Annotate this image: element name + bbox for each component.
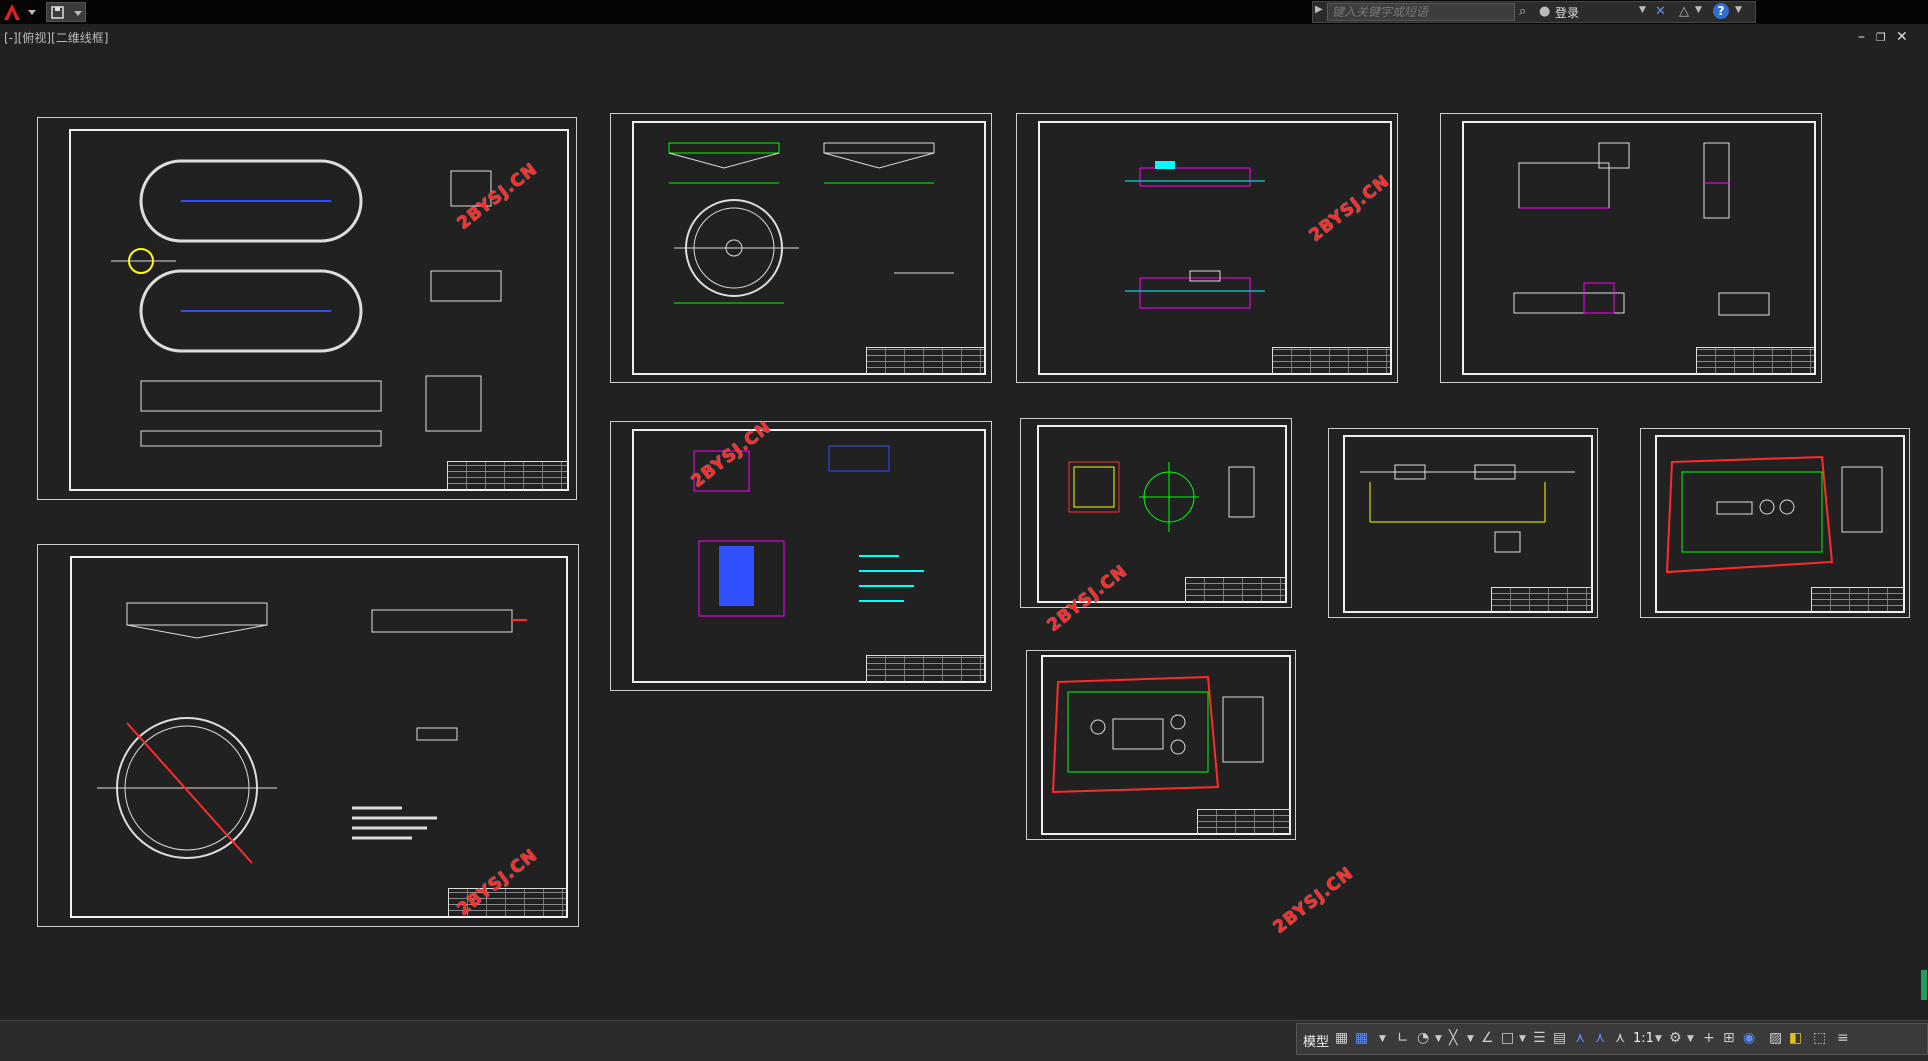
annotation-visibility-icon[interactable]: ⋏ — [1575, 1030, 1585, 1046]
title-block — [1197, 809, 1289, 833]
hardware-acceleration-icon[interactable]: ◉ — [1743, 1030, 1755, 1046]
sheet-frame — [1041, 655, 1291, 835]
sheet-frame — [70, 556, 568, 918]
sheet-frame — [69, 129, 569, 491]
full-screen-icon[interactable]: ⬚ — [1813, 1030, 1826, 1046]
title-block — [1491, 587, 1591, 611]
sheet-frame — [1037, 425, 1287, 603]
osnap-dropdown-icon[interactable]: ▼ — [1519, 1034, 1526, 1044]
title-bar: ▶ ⌕ ● 登录 ▼ ✕ △ ▼ ? ▼ — [0, 0, 1928, 24]
drawing-sheet[interactable] — [610, 421, 992, 691]
status-bar: 模型 ▦ ▦ ▼ ∟ ◔ ▼ ╳ ▼ ∠ □ ▼ ☰ ▤ ⋏ ⋏ ⋏ 1:1 ▼… — [0, 1020, 1928, 1061]
annotation-scale-value[interactable]: 1:1 — [1633, 1031, 1654, 1046]
title-block — [1185, 577, 1285, 601]
grit-chamber-drawing — [1125, 161, 1265, 309]
a360-icon[interactable]: △ — [1679, 4, 1689, 19]
user-icon[interactable]: ● — [1539, 4, 1550, 19]
sheet-frame — [632, 121, 986, 375]
clean-screen-icon[interactable]: ▨ — [1769, 1030, 1782, 1046]
sludge-thickener-drawing — [693, 445, 924, 617]
drawing-sheet[interactable] — [1020, 418, 1292, 608]
drawing-sheet[interactable] — [37, 117, 577, 500]
drawing-sheet[interactable] — [1026, 650, 1296, 840]
title-block — [866, 347, 984, 373]
clarifier-drawing — [668, 142, 954, 304]
drawing-canvas[interactable]: 2BYSJ.CN 2BYSJ.CN 2BYSJ.CN 2BYSJ.CN 2BYS… — [0, 44, 1928, 1020]
isolate-objects-icon[interactable]: ⊞ — [1723, 1030, 1735, 1046]
help-dropdown-icon[interactable]: ▼ — [1735, 5, 1742, 15]
navigation-bar[interactable] — [1920, 930, 1928, 1010]
status-toolbar: 模型 ▦ ▦ ▼ ∟ ◔ ▼ ╳ ▼ ∠ □ ▼ ☰ ▤ ⋏ ⋏ ⋏ 1:1 ▼… — [1296, 1023, 1928, 1055]
save-icon — [51, 6, 82, 19]
application-menu-button[interactable] — [2, 2, 38, 22]
title-block — [1811, 587, 1903, 611]
drawing-sheet[interactable] — [610, 113, 992, 383]
isodraft-icon[interactable]: ╳ — [1449, 1030, 1457, 1046]
expand-arrow-icon[interactable]: ▶ — [1315, 4, 1323, 15]
workspace-dropdown-icon[interactable]: ▼ — [1687, 1034, 1694, 1044]
lineweight-icon[interactable]: ☰ — [1533, 1030, 1546, 1046]
binoculars-icon[interactable]: ⌕ — [1519, 4, 1526, 19]
drawing-sheet[interactable] — [1440, 113, 1822, 383]
sheet-frame — [1462, 121, 1816, 375]
title-block — [447, 461, 567, 489]
restore-icon[interactable]: ❐ — [1876, 31, 1886, 44]
login-button[interactable]: 登录 — [1555, 4, 1579, 21]
polar-dropdown-icon[interactable]: ▼ — [1435, 1034, 1442, 1044]
annotation-scale-icon[interactable]: ⋏ — [1615, 1030, 1625, 1046]
customization-menu-icon[interactable]: ≡ — [1837, 1030, 1849, 1046]
secondary-clarifier-drawing — [97, 602, 527, 864]
gear-icon[interactable]: ⚙ — [1669, 1030, 1682, 1046]
snap-mode-icon[interactable]: ▦ — [1355, 1030, 1368, 1046]
sheet-frame — [1655, 435, 1905, 613]
sheet-frame — [1343, 435, 1593, 613]
login-dropdown-icon[interactable]: ▼ — [1639, 5, 1646, 15]
object-snap-tracking-icon[interactable]: ∠ — [1481, 1030, 1494, 1046]
title-block — [1272, 347, 1390, 373]
x-icon[interactable]: ✕ — [1655, 4, 1666, 19]
sheet-frame — [632, 429, 986, 683]
title-block — [1696, 347, 1814, 373]
search-input[interactable] — [1327, 3, 1515, 21]
object-snap-icon[interactable]: □ — [1501, 1030, 1514, 1046]
snap-dropdown-icon[interactable]: ▼ — [1379, 1034, 1386, 1044]
help-icon[interactable]: ? — [1713, 3, 1729, 19]
a360-dropdown-icon[interactable]: ▼ — [1695, 5, 1702, 15]
close-icon[interactable]: ✕ — [1896, 29, 1908, 45]
transparency-icon[interactable]: ▤ — [1553, 1030, 1566, 1046]
grid-icon[interactable]: ▦ — [1335, 1030, 1348, 1046]
watermark: 2BYSJ.CN — [1269, 863, 1358, 938]
sheet-frame — [1038, 121, 1392, 375]
performance-icon[interactable]: ◧ — [1789, 1030, 1802, 1046]
quick-access-toolbar[interactable] — [46, 2, 86, 22]
polar-tracking-icon[interactable]: ◔ — [1417, 1030, 1429, 1046]
autocad-logo-icon — [4, 4, 36, 20]
drawing-sheet[interactable] — [1640, 428, 1910, 618]
minimize-icon[interactable]: – — [1858, 29, 1865, 45]
drawing-sheet[interactable] — [1328, 428, 1598, 618]
infocenter-toolbar: ▶ ⌕ ● 登录 ▼ ✕ △ ▼ ? ▼ — [1312, 1, 1756, 23]
plus-icon[interactable]: + — [1703, 1030, 1715, 1046]
pump-house-drawing — [1513, 142, 1770, 316]
isodraft-dropdown-icon[interactable]: ▼ — [1467, 1034, 1474, 1044]
auto-scale-icon[interactable]: ⋏ — [1595, 1030, 1605, 1046]
scale-dropdown-icon[interactable]: ▼ — [1655, 1034, 1662, 1044]
ortho-icon[interactable]: ∟ — [1397, 1030, 1409, 1046]
model-tab[interactable]: 模型 — [1303, 1031, 1329, 1050]
title-block — [866, 655, 984, 681]
drawing-sheet[interactable] — [1016, 113, 1398, 383]
